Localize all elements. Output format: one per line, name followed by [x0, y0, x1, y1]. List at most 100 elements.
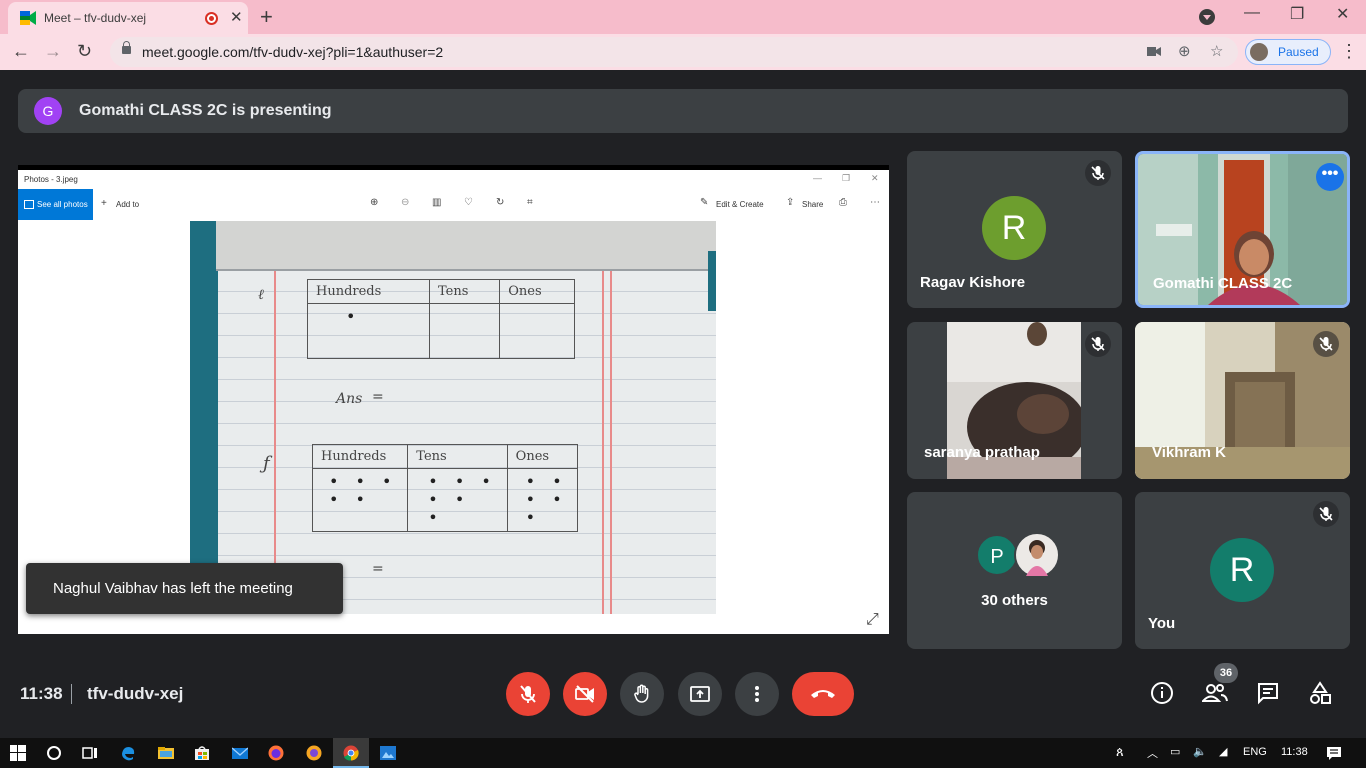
participant-name: You — [1148, 615, 1176, 632]
participant-tile-saranya[interactable]: saranya prathap — [907, 322, 1122, 479]
zoom-out-icon: ⊖ — [401, 197, 410, 208]
taskbar-clock[interactable]: 11:38 — [1281, 746, 1308, 758]
meeting-time: 11:38 — [20, 684, 63, 703]
tab-search-icon[interactable] — [1199, 9, 1215, 25]
store-icon[interactable] — [194, 745, 210, 761]
tab-title: Meet – tfv-dudv-xej — [44, 11, 147, 25]
windows-taskbar: ጰ ︿ ▭ 🔈 ◢ ENG 11:38 — [0, 738, 1366, 768]
see-all-photos-button: See all photos — [18, 189, 93, 220]
browser-menu-icon[interactable]: ⋮ — [1340, 41, 1358, 62]
fullscreen-expand-icon[interactable]: ⤢ — [866, 611, 879, 629]
zoom-icon[interactable]: ⊕ — [1178, 42, 1191, 60]
camera-off-icon — [575, 685, 594, 703]
back-icon[interactable]: ← — [12, 41, 30, 62]
photos-close-icon: ✕ — [871, 173, 879, 183]
participant-tile-you[interactable]: R You — [1135, 492, 1350, 649]
camera-toggle-button[interactable] — [563, 672, 607, 716]
profile-button[interactable]: Paused — [1245, 39, 1331, 65]
battery-icon[interactable]: ▭ — [1170, 745, 1180, 758]
avatar: R — [982, 196, 1046, 260]
action-center-icon[interactable] — [1326, 745, 1342, 761]
brave-icon[interactable] — [306, 745, 322, 761]
share-icon: ⇪ — [786, 197, 795, 208]
people-tray-icon[interactable]: ጰ — [1116, 744, 1124, 760]
photos-app-icon[interactable] — [380, 745, 396, 761]
cortana-search-icon[interactable] — [46, 745, 62, 761]
mail-icon[interactable] — [232, 745, 248, 761]
others-tile[interactable]: P 30 others — [907, 492, 1122, 649]
photos-window-title: Photos - 3.jpeg — [24, 175, 78, 184]
crop-icon: ⌗ — [527, 197, 533, 208]
zoom-in-icon: ⊕ — [370, 197, 379, 208]
windows-start-icon[interactable] — [10, 745, 26, 761]
present-icon — [690, 686, 710, 702]
activities-icon[interactable] — [1308, 681, 1332, 705]
mic-off-icon — [1085, 331, 1111, 357]
minimize-icon[interactable]: — — [1244, 4, 1260, 22]
window-close-icon[interactable]: ✕ — [1336, 4, 1349, 24]
chat-icon[interactable] — [1256, 681, 1280, 705]
edit-create-icon: ✎ — [700, 197, 709, 208]
photos-minimize-icon: — — [813, 173, 822, 183]
add-icon: + — [101, 198, 107, 209]
share-button: Share — [802, 200, 824, 209]
notification-toast: Naghul Vaibhav has left the meeting — [26, 563, 343, 614]
reload-icon[interactable]: ↻ — [77, 41, 92, 62]
camera-indicator-icon[interactable] — [1147, 46, 1161, 57]
browser-tab-meet[interactable]: Meet – tfv-dudv-xej ✕ — [8, 2, 248, 34]
recording-icon — [205, 12, 218, 25]
participant-name: saranya prathap — [924, 444, 1040, 461]
mic-off-icon — [520, 685, 536, 703]
avatar: P — [976, 534, 1018, 576]
toast-text: Naghul Vaibhav has left the meeting — [53, 580, 293, 597]
mic-off-icon — [1313, 331, 1339, 357]
ans-label: Ans — [336, 391, 363, 407]
participant-name: Vikhram K — [1152, 444, 1226, 461]
more-options-button[interactable] — [735, 672, 779, 716]
lock-icon[interactable] — [122, 41, 131, 54]
file-explorer-icon[interactable] — [158, 745, 174, 761]
wifi-icon[interactable]: ◢ — [1219, 745, 1227, 758]
people-icon[interactable] — [1202, 681, 1228, 705]
presenter-avatar: G — [34, 97, 62, 125]
show-hidden-icons[interactable]: ︿ — [1147, 745, 1158, 761]
raise-hand-button[interactable] — [620, 672, 664, 716]
profile-avatar — [1250, 43, 1268, 61]
address-bar[interactable]: meet.google.com/tfv-dudv-xej?pli=1&authu… — [110, 37, 1238, 67]
forward-icon[interactable]: → — [44, 41, 62, 62]
meeting-code: tfv-dudv-xej — [87, 684, 184, 703]
worksheet-photo: ℓ Hundreds Tens Ones • Ans = ƒ Hundreds … — [190, 221, 716, 614]
participant-tile-gomathi[interactable]: ••• Gomathi CLASS 2C — [1135, 151, 1350, 308]
task-view-icon[interactable] — [82, 745, 98, 761]
meeting-details-icon[interactable] — [1150, 681, 1174, 705]
participant-tile-ragav[interactable]: R Ragav Kishore — [907, 151, 1122, 308]
mic-toggle-button[interactable] — [506, 672, 550, 716]
bookmark-star-icon[interactable]: ☆ — [1210, 42, 1223, 60]
leave-call-button[interactable] — [792, 672, 854, 716]
presenting-banner: G Gomathi CLASS 2C is presenting — [18, 89, 1348, 133]
more-options-icon[interactable]: ••• — [1316, 163, 1344, 191]
participant-count-badge: 36 — [1214, 663, 1238, 683]
participant-tile-vikhram[interactable]: Vikhram K — [1135, 322, 1350, 479]
presenting-text: Gomathi CLASS 2C is presenting — [79, 102, 332, 119]
language-indicator[interactable]: ENG — [1243, 746, 1267, 758]
tab-close-icon[interactable]: ✕ — [230, 8, 243, 26]
others-count: 30 others — [981, 592, 1048, 609]
chrome-icon[interactable] — [343, 745, 359, 761]
participant-name: Ragav Kishore — [920, 274, 1026, 291]
phone-hangup-icon — [811, 690, 835, 698]
firefox-icon[interactable] — [268, 745, 284, 761]
present-screen-button[interactable] — [678, 672, 722, 716]
meet-favicon-icon — [20, 11, 36, 25]
restore-icon[interactable]: ❐ — [1290, 4, 1304, 24]
edge-icon[interactable] — [120, 745, 136, 761]
participant-name: Gomathi CLASS 2C — [1153, 275, 1293, 292]
volume-icon[interactable]: 🔈 — [1193, 745, 1207, 758]
url-text[interactable]: meet.google.com/tfv-dudv-xej?pli=1&authu… — [142, 44, 443, 60]
mic-off-icon — [1085, 160, 1111, 186]
row-marker: ƒ — [263, 453, 270, 474]
row-marker: ℓ — [258, 287, 264, 303]
more-vert-icon — [755, 686, 759, 702]
new-tab-button[interactable]: + — [260, 4, 273, 30]
place-value-table-2: Hundreds Tens Ones • • • • • • • • • • • • … — [311, 444, 579, 532]
